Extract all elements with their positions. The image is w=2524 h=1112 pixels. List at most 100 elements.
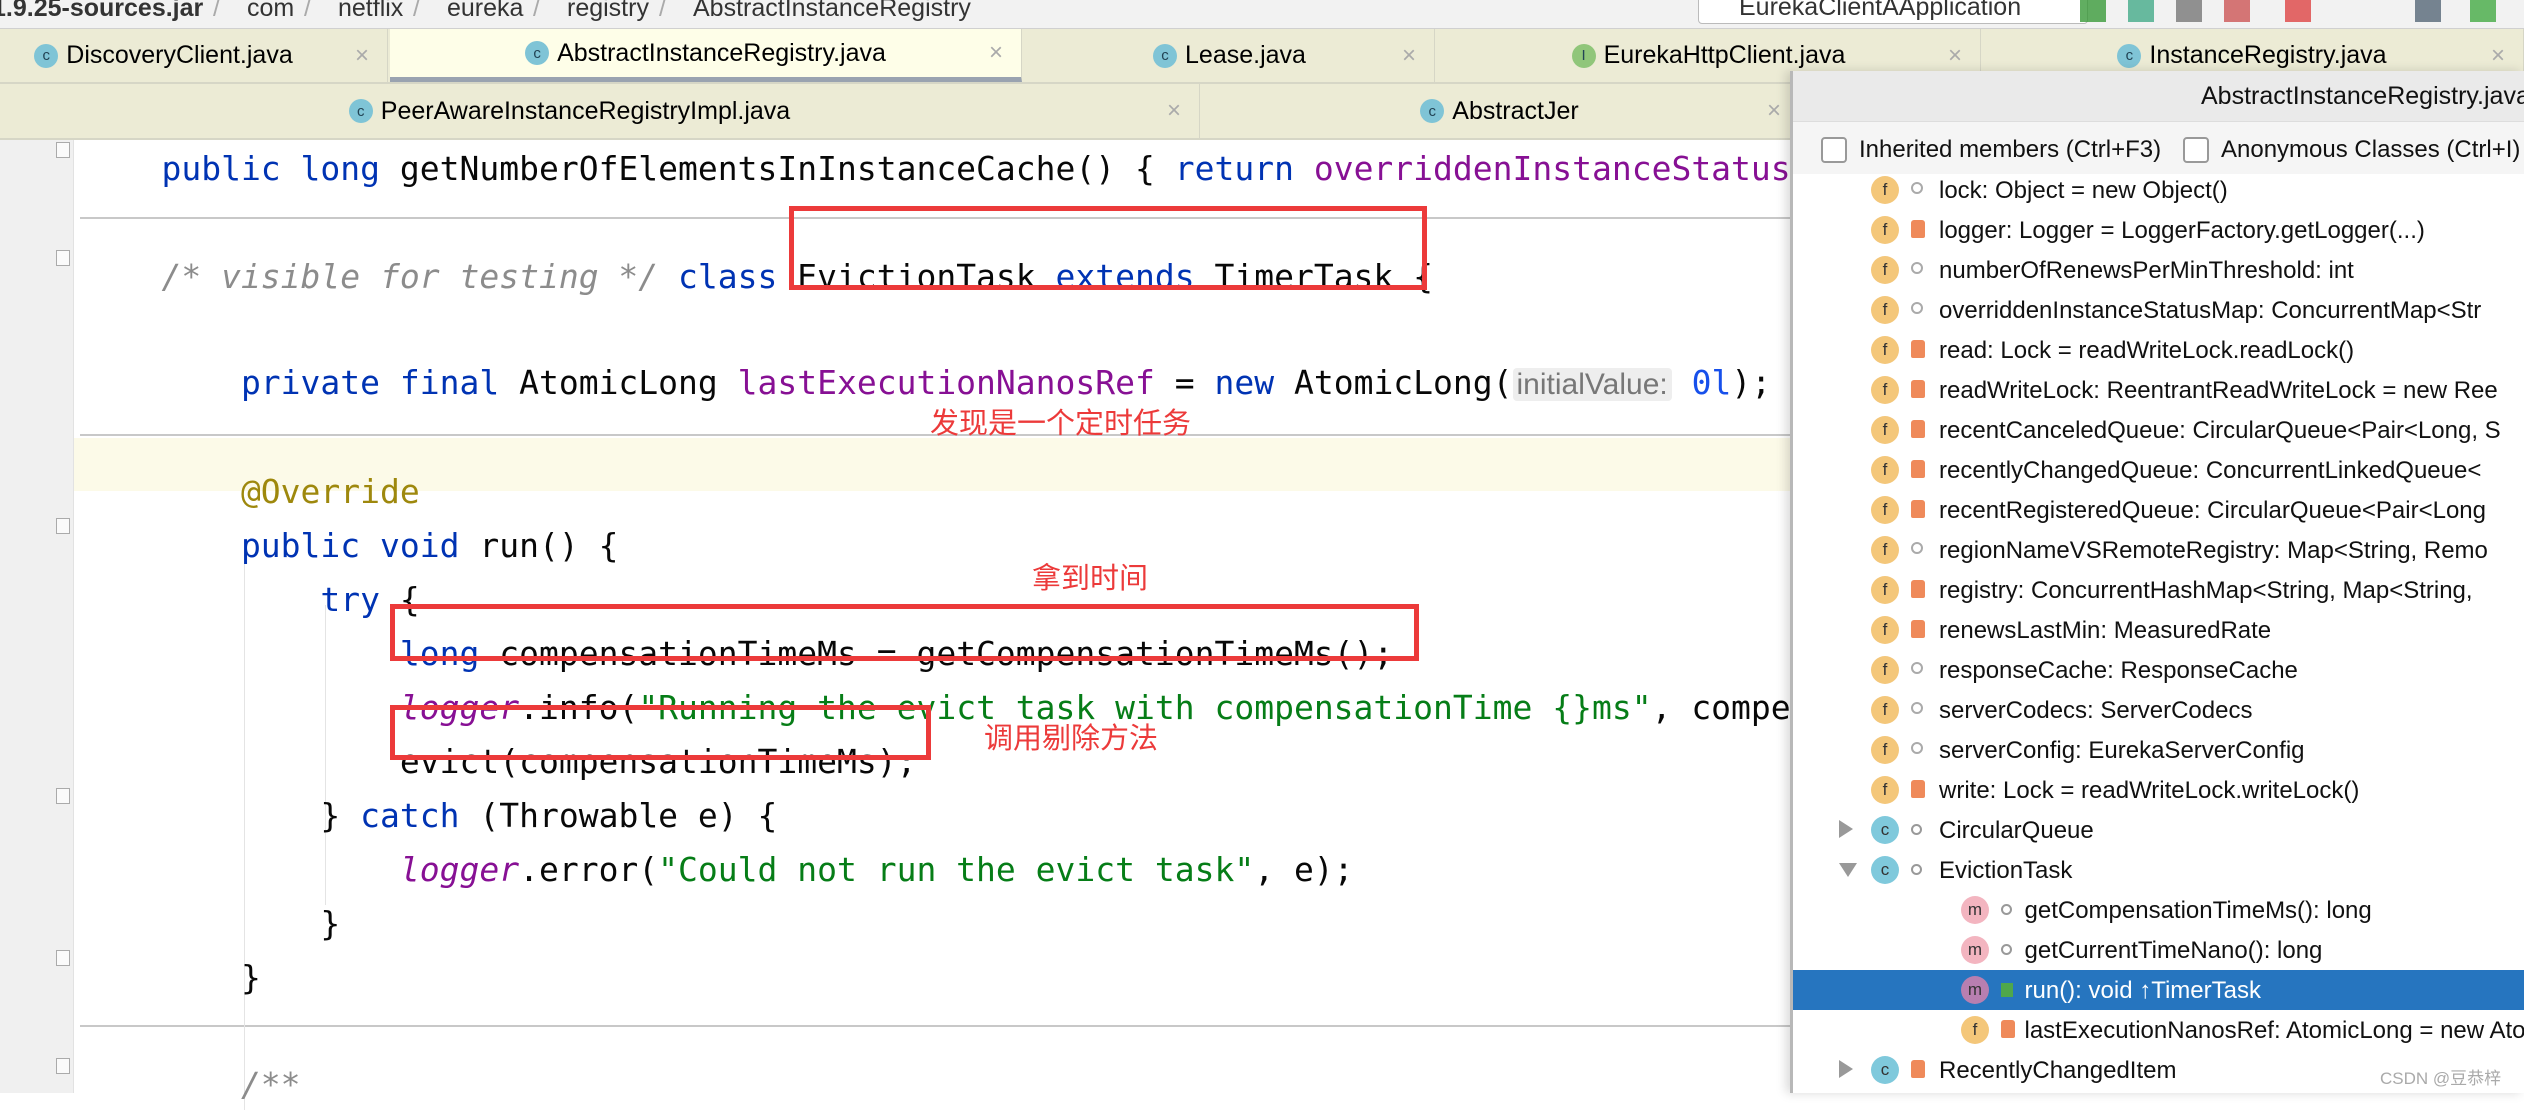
coverage-icon[interactable] <box>2176 0 2202 22</box>
tab-discoveryclient-java[interactable]: cDiscoveryClient.java× <box>0 29 388 82</box>
code-line: } <box>82 897 340 951</box>
exit-icon[interactable] <box>2470 0 2496 22</box>
run-configuration-dropdown[interactable]: EurekaClientAApplication <box>1698 0 2088 24</box>
structure-item[interactable]: fnumberOfRenewsPerMinThreshold: int <box>1793 250 2524 290</box>
tab-abstractinstanceregistry-java[interactable]: cAbstractInstanceRegistry.java× <box>390 29 1022 82</box>
tab-lease-java[interactable]: cLease.java× <box>1025 29 1435 82</box>
collapsed-arrow-icon[interactable] <box>1839 820 1853 838</box>
annotation-box-compensation <box>390 604 1419 661</box>
tab-label: AbstractJer <box>1452 97 1578 126</box>
class-icon: c <box>349 99 373 123</box>
breadcrumb-item[interactable]: com <box>247 0 294 23</box>
code-token: initialValue: <box>1513 368 1672 401</box>
profile-icon[interactable] <box>2224 0 2250 22</box>
code-token: public long <box>82 149 400 188</box>
private-lock-icon <box>1911 620 1925 638</box>
tab-label: Lease.java <box>1185 41 1306 70</box>
structure-item[interactable]: fserverConfig: EurekaServerConfig <box>1793 730 2524 770</box>
checkbox-icon[interactable] <box>2183 137 2209 163</box>
close-tab-icon[interactable]: × <box>2491 42 2505 70</box>
code-token: catch <box>360 796 479 835</box>
code-line: public long getNumberOfElementsInInstanc… <box>82 142 1850 196</box>
structure-item[interactable]: fregistry: ConcurrentHashMap<String, Map… <box>1793 570 2524 610</box>
annotation-note-evict-method: 调用剔除方法 <box>984 715 1158 757</box>
structure-item[interactable]: freadWriteLock: ReentrantReadWriteLock =… <box>1793 370 2524 410</box>
private-lock-icon <box>1911 1060 1925 1078</box>
inherited-members-checkbox[interactable]: Inherited members (Ctrl+F3) <box>1821 136 2161 164</box>
checkbox-icon[interactable] <box>1821 137 1847 163</box>
field-icon: f <box>1871 656 1899 684</box>
structure-item[interactable]: flastExecutionNanosRef: AtomicLong = new… <box>1793 1010 2524 1050</box>
package-private-icon <box>2001 904 2012 915</box>
breadcrumb-item[interactable]: registry <box>567 0 649 23</box>
stop-icon[interactable] <box>2285 0 2311 22</box>
structure-item[interactable]: flogger: Logger = LoggerFactory.getLogge… <box>1793 210 2524 250</box>
inherited-members-label: Inherited members (Ctrl+F3) <box>1859 136 2161 164</box>
structure-item[interactable]: fserverCodecs: ServerCodecs <box>1793 690 2524 730</box>
structure-item[interactable]: foverriddenInstanceStatusMap: Concurrent… <box>1793 290 2524 330</box>
package-private-icon <box>1911 302 1923 314</box>
code-token: AtomicLong( <box>1294 363 1513 402</box>
breadcrumb-item[interactable]: AbstractInstanceRegistry <box>693 0 971 23</box>
package-private-icon <box>1911 742 1923 754</box>
anonymous-classes-checkbox[interactable]: Anonymous Classes (Ctrl+I) <box>2183 136 2520 164</box>
structure-item[interactable]: fwrite: Lock = readWriteLock.writeLock() <box>1793 770 2524 810</box>
private-lock-icon <box>1911 500 1925 518</box>
structure-item[interactable]: frecentlyChangedQueue: ConcurrentLinkedQ… <box>1793 450 2524 490</box>
fold-marker-icon[interactable] <box>56 518 70 534</box>
field-icon: f <box>1871 536 1899 564</box>
code-line: } <box>82 951 261 1005</box>
structure-item[interactable]: frecentCanceledQueue: CircularQueue<Pair… <box>1793 410 2524 450</box>
structure-item[interactable]: mgetCurrentTimeNano(): long <box>1793 930 2524 970</box>
code-token: getNumberOfElementsInInstanceCache <box>400 149 1076 188</box>
breadcrumb-item[interactable]: eureka <box>447 0 523 23</box>
structure-item-label: write: Lock = readWriteLock.writeLock() <box>1939 777 2359 805</box>
close-tab-icon[interactable]: × <box>1167 97 1181 125</box>
structure-item[interactable]: mgetCompensationTimeMs(): long <box>1793 890 2524 930</box>
structure-item[interactable]: cCircularQueue <box>1793 810 2524 850</box>
fold-marker-icon[interactable] <box>56 250 70 266</box>
structure-item[interactable]: frecentRegisteredQueue: CircularQueue<Pa… <box>1793 490 2524 530</box>
structure-item-label: recentRegisteredQueue: CircularQueue<Pai… <box>1939 497 2486 525</box>
method-separator <box>80 1025 1790 1027</box>
close-tab-icon[interactable]: × <box>1767 97 1781 125</box>
code-line: logger.error("Could not run the evict ta… <box>82 843 1354 897</box>
close-tab-icon[interactable]: × <box>989 39 1003 67</box>
package-private-icon <box>1911 824 1922 835</box>
layout-icon[interactable] <box>2415 0 2441 22</box>
fold-marker-icon[interactable] <box>56 950 70 966</box>
tab-peerawareinstanceregistryimpl-java[interactable]: cPeerAwareInstanceRegistryImpl.java× <box>0 84 1200 138</box>
structure-item-label: lastExecutionNanosRef: AtomicLong = new … <box>2025 1017 2524 1045</box>
breadcrumb-separator: / <box>304 0 311 23</box>
file-structure-popup[interactable]: AbstractInstanceRegistry.java Inherited … <box>1790 71 2524 1093</box>
fold-marker-icon[interactable] <box>56 1058 70 1074</box>
structure-item[interactable]: mrun(): void ↑TimerTask <box>1793 970 2524 1010</box>
anonymous-classes-label: Anonymous Classes (Ctrl+I) <box>2221 136 2520 164</box>
expanded-arrow-icon[interactable] <box>1839 863 1857 877</box>
collapsed-arrow-icon[interactable] <box>1839 1060 1853 1078</box>
code-token: new <box>1214 363 1293 402</box>
fold-marker-icon[interactable] <box>56 788 70 804</box>
structure-item-label: getCompensationTimeMs(): long <box>2025 897 2372 925</box>
debug-icon[interactable] <box>2128 0 2154 22</box>
structure-item[interactable]: fregionNameVSRemoteRegistry: Map<String,… <box>1793 530 2524 570</box>
private-lock-icon <box>1911 460 1925 478</box>
structure-item[interactable]: fread: Lock = readWriteLock.readLock() <box>1793 330 2524 370</box>
structure-item[interactable]: cEvictionTask <box>1793 850 2524 890</box>
breadcrumb-item[interactable]: 1.9.25-sources.jar <box>0 0 203 23</box>
interface-icon: I <box>1572 44 1596 68</box>
tab-abstractjer[interactable]: cAbstractJer× <box>1200 84 1800 138</box>
close-tab-icon[interactable]: × <box>1402 42 1416 70</box>
field-icon: f <box>1871 576 1899 604</box>
code-token: /* visible for testing */ <box>82 257 678 296</box>
breadcrumb-item[interactable]: netflix <box>338 0 403 23</box>
run-icon[interactable] <box>2080 0 2106 22</box>
structure-item[interactable]: frenewsLastMin: MeasuredRate <box>1793 610 2524 650</box>
structure-item[interactable]: fresponseCache: ResponseCache <box>1793 650 2524 690</box>
code-token: logger <box>82 850 519 889</box>
code-line: @Override <box>82 465 420 519</box>
close-tab-icon[interactable]: × <box>355 42 369 70</box>
fold-marker-icon[interactable] <box>56 142 70 158</box>
structure-item[interactable]: flock: Object = new Object() <box>1793 170 2524 210</box>
close-tab-icon[interactable]: × <box>1948 42 1962 70</box>
